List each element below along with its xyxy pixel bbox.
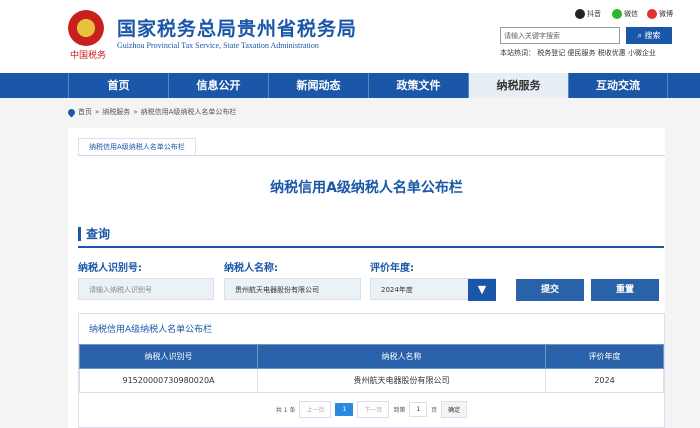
weibo-label: 微博	[659, 10, 673, 18]
wechat-label: 微信	[624, 10, 638, 18]
current-page[interactable]: 1	[335, 403, 354, 416]
breadcrumb-tax-service[interactable]: 纳税服务	[102, 107, 130, 117]
nav-news[interactable]: 新闻动态	[268, 73, 368, 98]
goto-label: 到第	[393, 407, 406, 414]
douyin-label: 抖音	[587, 10, 601, 18]
breadcrumb: 首页» 纳税服务» 纳税信用A级纳税人名单公布栏	[66, 107, 237, 117]
breadcrumb-current[interactable]: 纳税信用A级纳税人名单公布栏	[141, 107, 237, 117]
search-icon: ⌕	[637, 31, 645, 40]
weibo-link[interactable]: 微博	[647, 9, 673, 19]
hot-word[interactable]: 便民服务	[567, 49, 595, 57]
col-year: 评价年度	[545, 344, 664, 369]
results-title: 纳税信用A级纳税人名单公布栏	[89, 325, 213, 335]
page-unit: 页	[431, 407, 438, 414]
table-header: 纳税人识别号 纳税人名称 评价年度	[79, 344, 664, 369]
taxpayer-name-input[interactable]: 贵州航天电器股份有限公司	[224, 278, 361, 300]
hot-label: 本站热词：	[500, 49, 535, 57]
site-subtitle: Guizhou Provincial Tax Service, State Ta…	[117, 41, 319, 50]
taxpayer-id-label: 纳税人识别号:	[78, 263, 142, 274]
prev-page-button[interactable]: 上一页	[299, 401, 332, 418]
nav-policy[interactable]: 政策文件	[368, 73, 468, 98]
col-taxpayer-name: 纳税人名称	[257, 344, 546, 369]
douyin-icon	[575, 9, 585, 19]
weibo-icon	[647, 9, 657, 19]
search-button[interactable]: ⌕ 搜索	[626, 27, 672, 44]
submit-button[interactable]: 提交	[516, 279, 584, 301]
cell-taxpayer-id: 91520000730980020A	[79, 368, 258, 393]
query-divider	[78, 246, 664, 248]
wechat-link[interactable]: 微信	[612, 9, 638, 19]
tab-a-list[interactable]: 纳税信用A级纳税人名单公布栏	[78, 138, 196, 155]
search-button-label: 搜索	[644, 31, 661, 40]
national-emblem-logo	[68, 10, 104, 46]
col-taxpayer-id: 纳税人识别号	[79, 344, 258, 369]
site-title[interactable]: 国家税务总局贵州省税务局	[117, 14, 357, 41]
search-input[interactable]: 请输入关键字搜索	[500, 27, 620, 44]
query-heading: 查询	[78, 227, 110, 241]
page-input[interactable]: 1	[409, 402, 428, 417]
hot-word[interactable]: 税务登记	[537, 49, 565, 57]
cell-year: 2024	[545, 368, 664, 393]
content-panel: 纳税信用A级纳税人名单公布栏 纳税信用A级纳税人名单公布栏 查询 纳税人识别号:…	[68, 128, 665, 428]
tab-divider	[78, 155, 665, 156]
location-icon	[66, 107, 77, 117]
nav-interaction[interactable]: 互动交流	[568, 73, 668, 98]
breadcrumb-home[interactable]: 首页	[78, 107, 92, 117]
table-row: 91520000730980020A 贵州航天电器股份有限公司 2024	[79, 368, 664, 393]
confirm-page-button[interactable]: 确定	[441, 401, 468, 418]
results-box: 纳税信用A级纳税人名单公布栏 纳税人识别号 纳税人名称 评价年度 9152000…	[78, 313, 665, 428]
hot-word[interactable]: 小微企业	[628, 49, 656, 57]
nav-info[interactable]: 信息公开	[168, 73, 268, 98]
slogan-logo: 中国税务	[70, 51, 107, 61]
next-page-button[interactable]: 下一页	[357, 401, 390, 418]
taxpayer-name-label: 纳税人名称:	[224, 263, 278, 274]
page-title: 纳税信用A级纳税人名单公布栏	[270, 180, 463, 196]
results-table: 纳税人识别号 纳税人名称 评价年度 91520000730980020A 贵州航…	[79, 344, 664, 393]
site-header: 中国税务 国家税务总局贵州省税务局 Guizhou Provincial Tax…	[0, 0, 700, 73]
year-label: 评价年度:	[370, 263, 414, 274]
total-count: 共 1 条	[275, 407, 296, 414]
douyin-link[interactable]: 抖音	[575, 9, 601, 19]
wechat-icon	[612, 9, 622, 19]
chevron-down-icon[interactable]: ▼	[468, 279, 496, 301]
nav-tax-service[interactable]: 纳税服务	[468, 73, 568, 98]
pagination: 共 1 条 上一页 1 下一页 到第 1 页 确定	[79, 401, 664, 418]
hot-words: 本站热词： 税务登记 便民服务 税收优惠 小微企业	[500, 48, 656, 58]
nav-home[interactable]: 首页	[68, 73, 168, 98]
main-nav: 首页 信息公开 新闻动态 政策文件 纳税服务 互动交流	[0, 73, 700, 98]
cell-taxpayer-name: 贵州航天电器股份有限公司	[257, 368, 546, 393]
taxpayer-id-input[interactable]: 请输入纳税人识别号	[78, 278, 214, 300]
reset-button[interactable]: 重置	[591, 279, 659, 301]
hot-word[interactable]: 税收优惠	[598, 49, 626, 57]
